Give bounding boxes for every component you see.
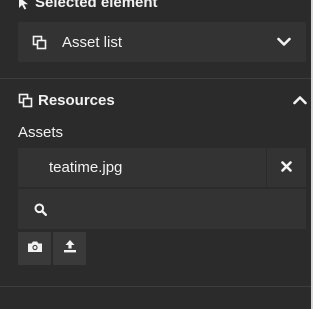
camera-icon (27, 240, 43, 258)
selected-element-title: Selected element (35, 0, 158, 11)
search-input[interactable] (56, 189, 306, 229)
remove-asset-button[interactable] (267, 148, 306, 187)
element-type-dropdown[interactable]: Asset list (18, 22, 306, 62)
chevron-down-icon (276, 34, 292, 50)
adjacent-pane-edge (311, 0, 323, 309)
upload-asset-button[interactable] (53, 232, 86, 265)
dropdown-value: Asset list (62, 33, 123, 51)
upload-icon (63, 239, 77, 258)
asset-list-item[interactable]: teatime.jpg (18, 148, 306, 187)
selected-element-header: Selected element (18, 0, 158, 11)
section-divider-bottom (0, 286, 311, 287)
asset-name[interactable]: teatime.jpg (18, 148, 266, 187)
search-icon (34, 202, 48, 216)
resources-header[interactable]: Resources (18, 89, 308, 111)
chevron-up-icon[interactable] (292, 92, 308, 108)
section-divider (0, 78, 311, 79)
close-icon (281, 159, 292, 177)
copy-icon (18, 92, 34, 108)
pane-border (311, 0, 313, 309)
copy-icon (32, 34, 48, 50)
capture-photo-button[interactable] (18, 232, 51, 265)
properties-panel: Selected element Asset list Resources As… (0, 0, 311, 309)
cursor-arrow-icon (18, 0, 29, 10)
asset-search-field[interactable] (18, 189, 306, 229)
assets-label: Assets (18, 124, 64, 141)
resources-title: Resources (38, 91, 115, 109)
